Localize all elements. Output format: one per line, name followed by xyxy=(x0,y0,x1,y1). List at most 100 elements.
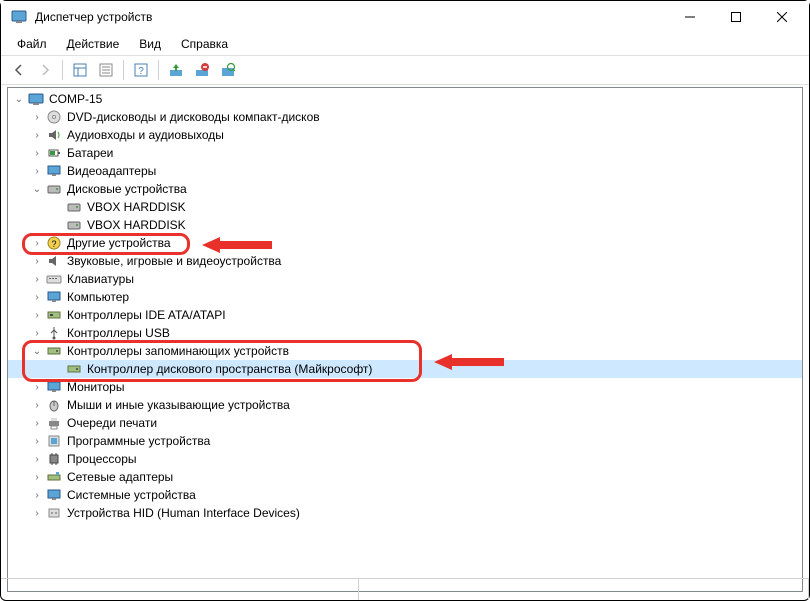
expand-icon[interactable]: › xyxy=(30,398,44,412)
uninstall-button[interactable] xyxy=(190,58,214,82)
cpu-icon xyxy=(46,451,62,467)
app-icon xyxy=(11,9,27,25)
tree-node-video[interactable]: › Видеоадаптеры xyxy=(8,162,802,180)
tree-node-system[interactable]: › Системные устройства xyxy=(8,486,802,504)
printer-icon xyxy=(46,415,62,431)
toolbar-separator xyxy=(158,60,159,80)
tree-node-print[interactable]: › Очереди печати xyxy=(8,414,802,432)
tree-node-software[interactable]: › Программные устройства xyxy=(8,432,802,450)
tree-node-other[interactable]: › ? Другие устройства xyxy=(8,234,802,252)
expand-icon[interactable]: › xyxy=(30,416,44,430)
toolbar-separator xyxy=(62,60,63,80)
tree-node-disk[interactable]: ⌄ Дисковые устройства xyxy=(8,180,802,198)
monitor-icon xyxy=(46,379,62,395)
tree-node-network[interactable]: › Сетевые адаптеры xyxy=(8,468,802,486)
node-label: Программные устройства xyxy=(67,432,210,450)
tree-node-monitor[interactable]: › Мониторы xyxy=(8,378,802,396)
expand-icon[interactable]: › xyxy=(30,326,44,340)
toolbar-separator xyxy=(123,60,124,80)
menu-file[interactable]: Файл xyxy=(9,35,55,53)
node-label: Сетевые адаптеры xyxy=(67,468,173,486)
tree-node-computer[interactable]: › Компьютер xyxy=(8,288,802,306)
node-label: Видеоадаптеры xyxy=(67,162,156,180)
back-button[interactable] xyxy=(7,58,31,82)
node-label: Звуковые, игровые и видеоустройства xyxy=(67,252,281,270)
node-label: VBOX HARDDISK xyxy=(87,198,186,216)
node-label: COMP-15 xyxy=(49,90,102,108)
expand-icon[interactable]: › xyxy=(30,272,44,286)
computer-icon xyxy=(28,91,44,107)
close-button[interactable] xyxy=(759,2,805,32)
minimize-button[interactable] xyxy=(667,2,713,32)
show-hide-button[interactable] xyxy=(68,58,92,82)
help-toolbar-button[interactable]: ? xyxy=(129,58,153,82)
expand-icon[interactable]: ⌄ xyxy=(30,182,44,196)
expand-icon[interactable]: › xyxy=(30,506,44,520)
expand-icon[interactable]: › xyxy=(30,236,44,250)
toolbar: ? xyxy=(1,55,809,85)
disk-icon xyxy=(46,181,62,197)
expand-icon[interactable]: › xyxy=(30,452,44,466)
maximize-button[interactable] xyxy=(713,2,759,32)
audio-icon xyxy=(46,127,62,143)
sound-icon xyxy=(46,253,62,269)
tree-node-dvd[interactable]: › DVD-дисководы и дисководы компакт-диск… xyxy=(8,108,802,126)
menu-action[interactable]: Действие xyxy=(59,35,128,53)
expand-icon[interactable]: › xyxy=(30,488,44,502)
node-label: Другие устройства xyxy=(67,234,171,252)
tree-node-cpu[interactable]: › Процессоры xyxy=(8,450,802,468)
device-tree: ⌄ COMP-15 › DVD-дисководы и дисководы ко… xyxy=(8,88,802,524)
menu-bar: Файл Действие Вид Справка xyxy=(1,33,809,55)
tree-node-mouse[interactable]: › Мыши и иные указывающие устройства xyxy=(8,396,802,414)
expand-icon[interactable]: › xyxy=(30,164,44,178)
battery-icon xyxy=(46,145,62,161)
tree-node-disk-item[interactable]: › VBOX HARDDISK xyxy=(8,198,802,216)
svg-text:?: ? xyxy=(51,239,56,249)
expand-icon[interactable]: ⌄ xyxy=(30,344,44,358)
system-device-icon xyxy=(46,487,62,503)
tree-node-battery[interactable]: › Батареи xyxy=(8,144,802,162)
network-icon xyxy=(46,469,62,485)
expand-icon[interactable]: › xyxy=(30,110,44,124)
scan-hardware-button[interactable] xyxy=(216,58,240,82)
forward-button[interactable] xyxy=(33,58,57,82)
hdd-icon xyxy=(66,217,82,233)
node-label: Дисковые устройства xyxy=(67,180,187,198)
expand-icon[interactable]: › xyxy=(30,470,44,484)
tree-node-usb[interactable]: › Контроллеры USB xyxy=(8,324,802,342)
tree-root[interactable]: ⌄ COMP-15 xyxy=(8,90,802,108)
expand-icon[interactable]: › xyxy=(30,146,44,160)
node-label: VBOX HARDDISK xyxy=(87,216,186,234)
expand-icon[interactable]: › xyxy=(30,128,44,142)
node-label: Контроллер дискового пространства (Майкр… xyxy=(87,360,372,378)
tree-node-storage-controller[interactable]: › Контроллер дискового пространства (Май… xyxy=(8,360,802,378)
tree-node-disk-item[interactable]: › VBOX HARDDISK xyxy=(8,216,802,234)
node-label: Мониторы xyxy=(67,378,124,396)
update-driver-button[interactable] xyxy=(164,58,188,82)
svg-text:?: ? xyxy=(138,66,144,77)
tree-node-keyboard[interactable]: › Клавиатуры xyxy=(8,270,802,288)
node-label: DVD-дисководы и дисководы компакт-дисков xyxy=(67,108,320,126)
menu-view[interactable]: Вид xyxy=(131,35,169,53)
tree-node-storage[interactable]: ⌄ Контроллеры запоминающих устройств xyxy=(8,342,802,360)
title-bar: Диспетчер устройств xyxy=(1,1,809,33)
tree-node-ide[interactable]: › Контроллеры IDE ATA/ATAPI xyxy=(8,306,802,324)
tree-node-hid[interactable]: › Устройства HID (Human Interface Device… xyxy=(8,504,802,522)
computer-icon xyxy=(46,289,62,305)
expand-icon[interactable]: › xyxy=(30,308,44,322)
expand-icon[interactable]: › xyxy=(30,290,44,304)
expand-icon[interactable]: ⌄ xyxy=(12,92,26,106)
node-label: Устройства HID (Human Interface Devices) xyxy=(67,504,300,522)
hdd-icon xyxy=(66,199,82,215)
menu-help[interactable]: Справка xyxy=(173,35,236,53)
expand-icon[interactable]: › xyxy=(30,254,44,268)
expand-icon[interactable]: › xyxy=(30,380,44,394)
expand-icon[interactable]: › xyxy=(30,434,44,448)
window-controls xyxy=(667,2,805,32)
tree-node-sound[interactable]: › Звуковые, игровые и видеоустройства xyxy=(8,252,802,270)
node-label: Аудиовходы и аудиовыходы xyxy=(67,126,224,144)
display-adapter-icon xyxy=(46,163,62,179)
device-tree-panel[interactable]: ⌄ COMP-15 › DVD-дисководы и дисководы ко… xyxy=(7,87,803,592)
tree-node-audio[interactable]: › Аудиовходы и аудиовыходы xyxy=(8,126,802,144)
properties-button[interactable] xyxy=(94,58,118,82)
